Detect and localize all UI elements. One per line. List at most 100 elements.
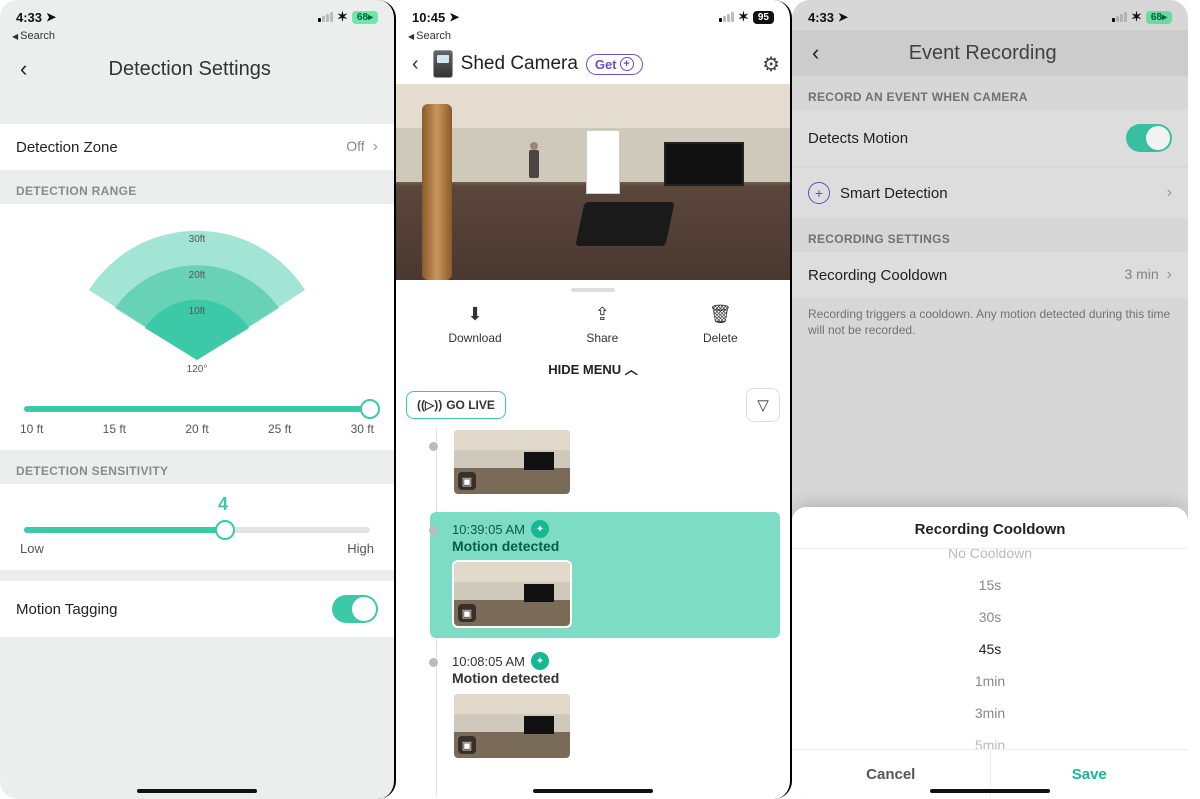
- section-recording-settings: RECORDING SETTINGS: [792, 218, 1188, 252]
- event-time: 10:39:05 AM: [452, 522, 525, 537]
- detection-zone-value: Off: [346, 138, 364, 154]
- smart-detection-label: Smart Detection: [840, 185, 948, 202]
- detection-range-slider[interactable]: [24, 406, 370, 412]
- navbar: ‹ Shed Camera Get+ ⚙: [396, 46, 790, 84]
- event-thumbnail[interactable]: ▣: [452, 692, 572, 760]
- cooldown-helper-text: Recording triggers a cooldown. Any motio…: [792, 298, 1188, 348]
- broadcast-icon: ((▷)): [417, 398, 442, 412]
- sensitivity-high-label: High: [347, 541, 374, 556]
- timeline-event-selected[interactable]: 10:39:05 AM✦ Motion detected ▣: [430, 512, 780, 638]
- sensitivity-low-label: Low: [20, 541, 44, 556]
- picker-option[interactable]: 5min: [792, 729, 1188, 749]
- detection-sensitivity-card: 4 Low High: [0, 484, 394, 570]
- clip-actions: ⬇Download ⇪Share 🗑Delete: [396, 296, 790, 355]
- motion-tagging-label: Motion Tagging: [16, 601, 117, 618]
- home-indicator: [930, 789, 1050, 793]
- go-live-button[interactable]: ((▷))GO LIVE: [406, 391, 506, 419]
- location-icon: ➤: [838, 10, 848, 24]
- sensitivity-value: 4: [20, 494, 374, 515]
- hide-menu-toggle[interactable]: HIDE MENU ︿: [396, 355, 790, 388]
- cooldown-picker-sheet: Recording Cooldown No Cooldown 15s 30s 4…: [792, 507, 1188, 799]
- section-detection-sensitivity: DETECTION SENSITIVITY: [0, 450, 394, 484]
- battery-indicator: 68▸: [1146, 11, 1172, 24]
- detects-motion-label: Detects Motion: [808, 130, 908, 147]
- navbar: ‹ Detection Settings: [0, 46, 394, 92]
- share-icon: ⇪: [586, 304, 618, 325]
- back-to-search[interactable]: Search: [0, 30, 394, 46]
- section-detection-range: DETECTION RANGE: [0, 170, 394, 204]
- status-bar: 4:33➤ ✶ 68▸: [792, 0, 1188, 30]
- download-button[interactable]: ⬇Download: [448, 304, 501, 345]
- chevron-right-icon: ›: [1167, 184, 1172, 202]
- chevron-right-icon: ›: [1167, 266, 1172, 283]
- timeline-event[interactable]: 10:08:05 AM ✦ Motion detected ▣: [430, 644, 780, 770]
- cooldown-picker[interactable]: No Cooldown 15s 30s 45s 1min 3min 5min: [792, 549, 1188, 749]
- timeline-event[interactable]: ▣: [430, 428, 780, 506]
- recording-cooldown-row[interactable]: Recording Cooldown 3 min ›: [792, 252, 1188, 298]
- trash-icon: 🗑: [703, 304, 738, 325]
- detects-motion-row: Detects Motion: [792, 110, 1188, 166]
- recording-cooldown-value: 3 min: [1124, 266, 1158, 282]
- share-button[interactable]: ⇪Share: [586, 304, 618, 345]
- gear-icon[interactable]: ⚙: [762, 52, 780, 77]
- status-bar: 4:33➤ ✶ 68▸: [0, 0, 394, 30]
- image-icon: ▣: [458, 736, 476, 754]
- back-button[interactable]: ‹: [804, 36, 827, 70]
- event-time: 10:08:05 AM: [452, 654, 525, 669]
- status-time: 10:45: [412, 10, 445, 25]
- picker-option[interactable]: 3min: [792, 697, 1188, 729]
- location-icon: ➤: [46, 10, 56, 24]
- picker-title: Recording Cooldown: [792, 507, 1188, 549]
- event-thumbnail[interactable]: ▣: [452, 560, 572, 628]
- camera-title: Shed Camera: [461, 53, 578, 75]
- smart-detection-row[interactable]: + Smart Detection ›: [792, 168, 1188, 218]
- cell-signal-icon: [719, 12, 734, 22]
- battery-indicator: 95: [753, 11, 774, 24]
- back-button[interactable]: ‹: [406, 51, 425, 78]
- detects-motion-toggle[interactable]: [1126, 124, 1172, 152]
- page-title: Event Recording: [827, 42, 1138, 65]
- detection-zone-row[interactable]: Detection Zone Off›: [0, 124, 394, 170]
- status-time: 4:33: [16, 10, 42, 25]
- page-title: Detection Settings: [35, 58, 344, 81]
- location-icon: ➤: [449, 10, 459, 24]
- wifi-icon: ✶: [738, 9, 749, 25]
- recording-cooldown-label: Recording Cooldown: [808, 267, 947, 284]
- plus-circle-icon: +: [808, 182, 830, 204]
- range-ticks: 10 ft 15 ft 20 ft 25 ft 30 ft: [20, 420, 374, 440]
- sensitivity-slider[interactable]: [24, 527, 370, 533]
- home-indicator: [137, 789, 257, 793]
- plus-icon: +: [620, 57, 634, 71]
- download-icon: ⬇: [448, 304, 501, 325]
- wifi-icon: ✶: [1131, 9, 1142, 25]
- back-to-search[interactable]: Search: [396, 30, 790, 46]
- camera-device-icon: [433, 50, 453, 78]
- image-icon: ▣: [458, 472, 476, 490]
- picker-option[interactable]: No Cooldown: [792, 549, 1188, 569]
- motion-badge-icon: ✦: [531, 652, 549, 670]
- event-timeline[interactable]: ▣ 10:39:05 AM ✦ Motion detected ▣ 10:08:0…: [396, 428, 790, 796]
- picker-option[interactable]: 1min: [792, 665, 1188, 697]
- picker-option-selected[interactable]: 45s: [792, 633, 1188, 665]
- picker-option[interactable]: 15s: [792, 569, 1188, 601]
- camera-live-preview[interactable]: [396, 84, 790, 280]
- navbar: ‹ Event Recording: [792, 30, 1188, 76]
- home-indicator: [533, 789, 653, 793]
- filter-button[interactable]: ▽: [746, 388, 780, 422]
- event-thumbnail[interactable]: ▣: [452, 428, 572, 496]
- battery-indicator: 68▸: [352, 11, 378, 24]
- delete-button[interactable]: 🗑Delete: [703, 304, 738, 345]
- motion-tagging-toggle[interactable]: [332, 595, 378, 623]
- motion-badge-icon: ✦: [531, 520, 549, 538]
- motion-tagging-row: Motion Tagging: [0, 580, 394, 637]
- drag-handle[interactable]: [571, 288, 615, 292]
- picker-option[interactable]: 30s: [792, 601, 1188, 633]
- get-plus-button[interactable]: Get+: [586, 54, 643, 75]
- detection-zone-label: Detection Zone: [16, 139, 118, 156]
- detection-range-fan: 30ft 20ft 10ft 120°: [57, 220, 337, 390]
- back-button[interactable]: ‹: [12, 52, 35, 86]
- status-bar: 10:45 ➤ ✶ 95: [396, 0, 790, 30]
- cell-signal-icon: [1112, 12, 1127, 22]
- event-label: Motion detected: [452, 670, 770, 686]
- image-icon: ▣: [458, 604, 476, 622]
